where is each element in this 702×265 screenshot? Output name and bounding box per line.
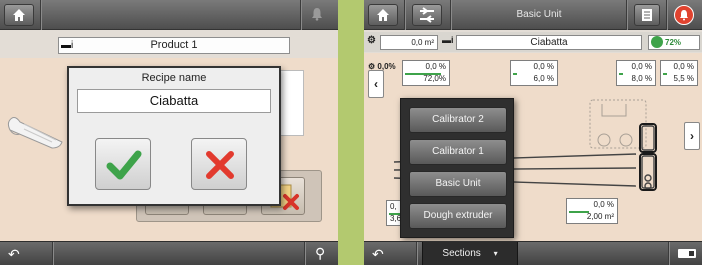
value-box[interactable]: 0,0 % 6,0 % bbox=[510, 60, 558, 86]
separator bbox=[52, 242, 53, 265]
document-icon: ▬i bbox=[442, 35, 454, 45]
right-screen: Basic Unit ⚙ 0,0 m² ▬i Ciabatta 72% ⚙ 0,… bbox=[364, 0, 702, 265]
menu-item-calibrator-1[interactable]: Calibrator 1 bbox=[409, 139, 507, 165]
gauge-value: 72% bbox=[665, 38, 682, 47]
separator bbox=[300, 0, 301, 30]
notes-button[interactable] bbox=[634, 4, 660, 26]
value-bottom: 2,00 m² bbox=[586, 212, 614, 221]
menu-item-basic-unit[interactable]: Basic Unit bbox=[409, 171, 507, 197]
speed-field[interactable]: 0,0 m² bbox=[380, 35, 438, 50]
battery-icon bbox=[678, 249, 696, 258]
back-arrow-icon[interactable]: ↶ bbox=[8, 246, 20, 263]
separator bbox=[416, 242, 417, 265]
document-icon: ▬i bbox=[61, 40, 74, 51]
value-top: 0,0 % bbox=[425, 62, 446, 71]
separator bbox=[304, 242, 305, 265]
status-row: ⚙ 0,0 m² ▬i Ciabatta 72% bbox=[364, 32, 702, 52]
home-button[interactable] bbox=[4, 4, 34, 26]
chevron-left-icon: ‹ bbox=[374, 77, 378, 91]
confirm-button[interactable] bbox=[95, 138, 151, 190]
notes-icon bbox=[642, 9, 652, 21]
sections-button[interactable]: Sections ▾ bbox=[422, 242, 518, 265]
menu-item-dough-extruder[interactable]: Dough extruder bbox=[409, 203, 507, 229]
background-panel bbox=[278, 70, 304, 136]
chevron-right-icon: › bbox=[690, 129, 694, 143]
value-top: 0,0 % bbox=[533, 62, 554, 71]
top-bar bbox=[0, 0, 338, 30]
value-top: 0,0 % bbox=[593, 200, 614, 209]
separator bbox=[666, 0, 667, 30]
sections-label: Sections bbox=[442, 248, 481, 259]
top-bar: Basic Unit bbox=[364, 0, 702, 30]
recipe-field[interactable]: Ciabatta bbox=[456, 35, 642, 50]
machine-button[interactable] bbox=[412, 4, 442, 26]
recipe-name-input[interactable]: Ciabatta bbox=[77, 89, 271, 113]
cancel-button[interactable] bbox=[191, 138, 247, 190]
value-bottom: 5,5 % bbox=[673, 74, 694, 83]
cross-icon bbox=[206, 151, 234, 179]
value-box[interactable]: 0,0 % 5,5 % bbox=[660, 60, 698, 86]
separator bbox=[668, 242, 669, 265]
checkmark-icon bbox=[106, 150, 142, 180]
scroll-icon bbox=[7, 117, 63, 149]
value-box[interactable]: 0,0 % 2,00 m² bbox=[566, 198, 618, 224]
separator bbox=[626, 0, 627, 30]
menu-item-calibrator-2[interactable]: Calibrator 2 bbox=[409, 107, 507, 133]
separator bbox=[40, 0, 41, 30]
separator bbox=[404, 0, 405, 30]
value-bottom: 6,0 % bbox=[533, 74, 554, 83]
gauge-icon bbox=[651, 36, 663, 48]
value-top: 0,0 % bbox=[673, 62, 694, 71]
gauge-field: 72% bbox=[648, 35, 700, 50]
value-bottom: 72,0% bbox=[423, 74, 446, 83]
recipe-name-dialog: Recipe name Ciabatta bbox=[67, 66, 281, 206]
sections-menu: Calibrator 2 Calibrator 1 Basic Unit Dou… bbox=[400, 98, 514, 238]
bell-icon[interactable] bbox=[310, 7, 324, 26]
bottom-bar: ↶ ⚲ bbox=[0, 241, 338, 265]
product-label: Product 1 bbox=[150, 39, 198, 51]
value-bottom: 8,0 % bbox=[631, 74, 652, 83]
left-screen: ▬i Product 1 Recipe name Ciabatta ↶ ⚲ bbox=[0, 0, 338, 265]
value-top: 0,0 % bbox=[631, 62, 652, 71]
usb-icon[interactable]: ⚲ bbox=[315, 245, 325, 262]
scroll-left-button[interactable]: ‹ bbox=[368, 70, 384, 98]
product-bar[interactable]: ▬i Product 1 bbox=[58, 37, 290, 54]
gear-icon: ⚙ bbox=[367, 35, 376, 46]
alarm-icon bbox=[680, 10, 688, 21]
page-title: Basic Unit bbox=[516, 9, 562, 20]
bottom-bar: ↶ Sections ▾ bbox=[364, 241, 702, 265]
home-icon bbox=[377, 9, 389, 21]
value-box[interactable]: 0,0 % 72,0% bbox=[402, 60, 450, 86]
machine-icon bbox=[420, 7, 434, 23]
home-icon bbox=[13, 9, 25, 21]
back-arrow-icon[interactable]: ↶ bbox=[372, 246, 384, 263]
chevron-down-icon: ▾ bbox=[493, 249, 498, 258]
alarm-button[interactable] bbox=[674, 5, 694, 25]
value-box[interactable]: 0,0 % 8,0 % bbox=[616, 60, 656, 86]
separator bbox=[450, 0, 451, 30]
scroll-right-button[interactable]: › bbox=[684, 122, 700, 150]
home-button[interactable] bbox=[368, 4, 398, 26]
dialog-title: Recipe name bbox=[141, 72, 207, 84]
